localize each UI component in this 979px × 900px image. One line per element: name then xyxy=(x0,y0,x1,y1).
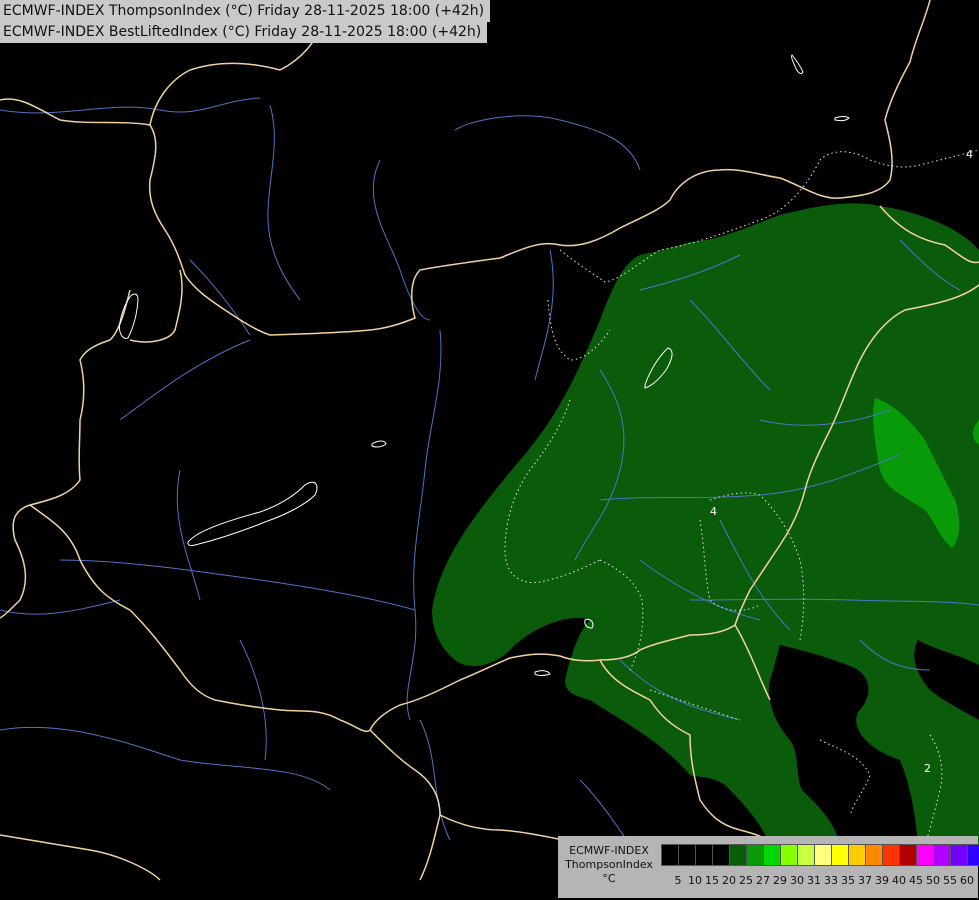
map-title-thompson-index: ECMWF-INDEX ThompsonIndex (°C) Friday 28… xyxy=(0,0,491,22)
legend-swatch xyxy=(848,844,866,866)
legend-swatches xyxy=(661,844,979,866)
map-canvas: 4 4 2 xyxy=(0,0,979,881)
legend-swatch xyxy=(950,844,968,866)
legend-swatch xyxy=(695,844,713,866)
legend-swatch xyxy=(678,844,696,866)
legend-swatch xyxy=(712,844,730,866)
legend-swatch xyxy=(661,844,679,866)
legend-swatch xyxy=(831,844,849,866)
legend-swatch xyxy=(797,844,815,866)
color-legend: ECMWF-INDEX ThompsonIndex °C 5 10 15 20 25 27… xyxy=(558,836,979,898)
lake-balaton xyxy=(187,481,318,546)
legend-swatch xyxy=(814,844,832,866)
legend-swatch xyxy=(882,844,900,866)
legend-title-line-1: ECMWF-INDEX xyxy=(569,844,649,857)
legend-title: ECMWF-INDEX ThompsonIndex °C xyxy=(560,844,658,886)
legend-swatch xyxy=(933,844,951,866)
legend-swatch xyxy=(865,844,883,866)
lake-small-2 xyxy=(791,54,804,75)
legend-tick-label: 60 xyxy=(960,874,974,887)
weather-map: 4 4 2 xyxy=(0,0,979,900)
legend-swatch xyxy=(729,844,747,866)
legend-swatch xyxy=(746,844,764,866)
legend-swatch xyxy=(967,844,979,866)
map-title-best-lifted-index: ECMWF-INDEX BestLiftedIndex (°C) Friday … xyxy=(0,21,488,43)
contour-label: 2 xyxy=(924,762,931,775)
legend-swatch xyxy=(780,844,798,866)
lake-small-3 xyxy=(834,116,850,122)
legend-swatch xyxy=(899,844,917,866)
legend-swatch xyxy=(916,844,934,866)
legend-swatch xyxy=(763,844,781,866)
legend-unit: °C xyxy=(602,872,616,885)
lake-small xyxy=(371,440,387,448)
contour-label: 4 xyxy=(966,148,973,161)
lake-small-6 xyxy=(534,670,551,676)
map-title-best-lifted-index-text: ECMWF-INDEX BestLiftedIndex (°C) Friday … xyxy=(3,24,482,40)
contour-label: 4 xyxy=(710,505,717,518)
index-area-dark-green xyxy=(432,203,979,845)
legend-title-line-2: ThompsonIndex xyxy=(565,858,653,871)
